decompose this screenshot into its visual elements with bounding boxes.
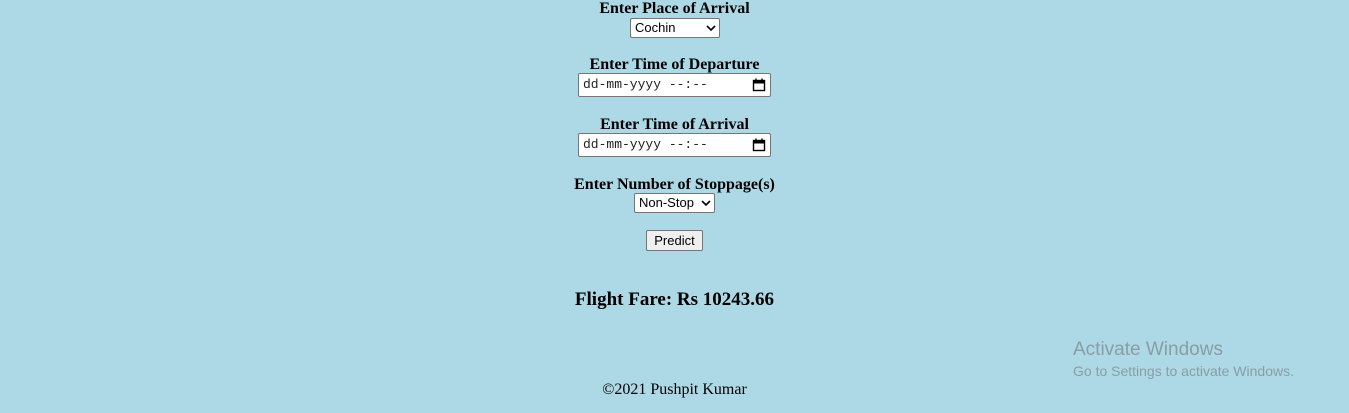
calendar-icon[interactable] (752, 78, 766, 92)
chevron-down-icon (701, 200, 711, 207)
departure-time-placeholder: dd-mm-yyyy --:-- (583, 77, 708, 92)
departure-time-input[interactable]: dd-mm-yyyy --:-- (578, 73, 771, 97)
flight-fare-result: Flight Fare: Rs 10243.66 (574, 289, 775, 310)
stoppage-label: Enter Number of Stoppage(s) (574, 176, 775, 193)
arrival-place-select[interactable]: Cochin (630, 18, 720, 38)
calendar-icon[interactable] (752, 138, 766, 152)
arrival-place-value: Cochin (635, 20, 676, 35)
footer-copyright: ©2021 Pushpit Kumar (602, 381, 747, 398)
arrival-time-placeholder: dd-mm-yyyy --:-- (583, 137, 708, 152)
arrival-time-input[interactable]: dd-mm-yyyy --:-- (578, 133, 771, 157)
departure-time-label: Enter Time of Departure (589, 56, 760, 73)
predict-button[interactable]: Predict (646, 230, 703, 251)
stoppage-value: Non-Stop (639, 195, 694, 210)
chevron-down-icon (706, 25, 716, 32)
stoppage-select[interactable]: Non-Stop (634, 193, 715, 213)
activate-windows-title: Activate Windows (1073, 339, 1223, 360)
arrival-place-label: Enter Place of Arrival (599, 0, 750, 17)
arrival-time-label: Enter Time of Arrival (600, 116, 749, 133)
activate-windows-subtitle: Go to Settings to activate Windows. (1073, 363, 1294, 379)
